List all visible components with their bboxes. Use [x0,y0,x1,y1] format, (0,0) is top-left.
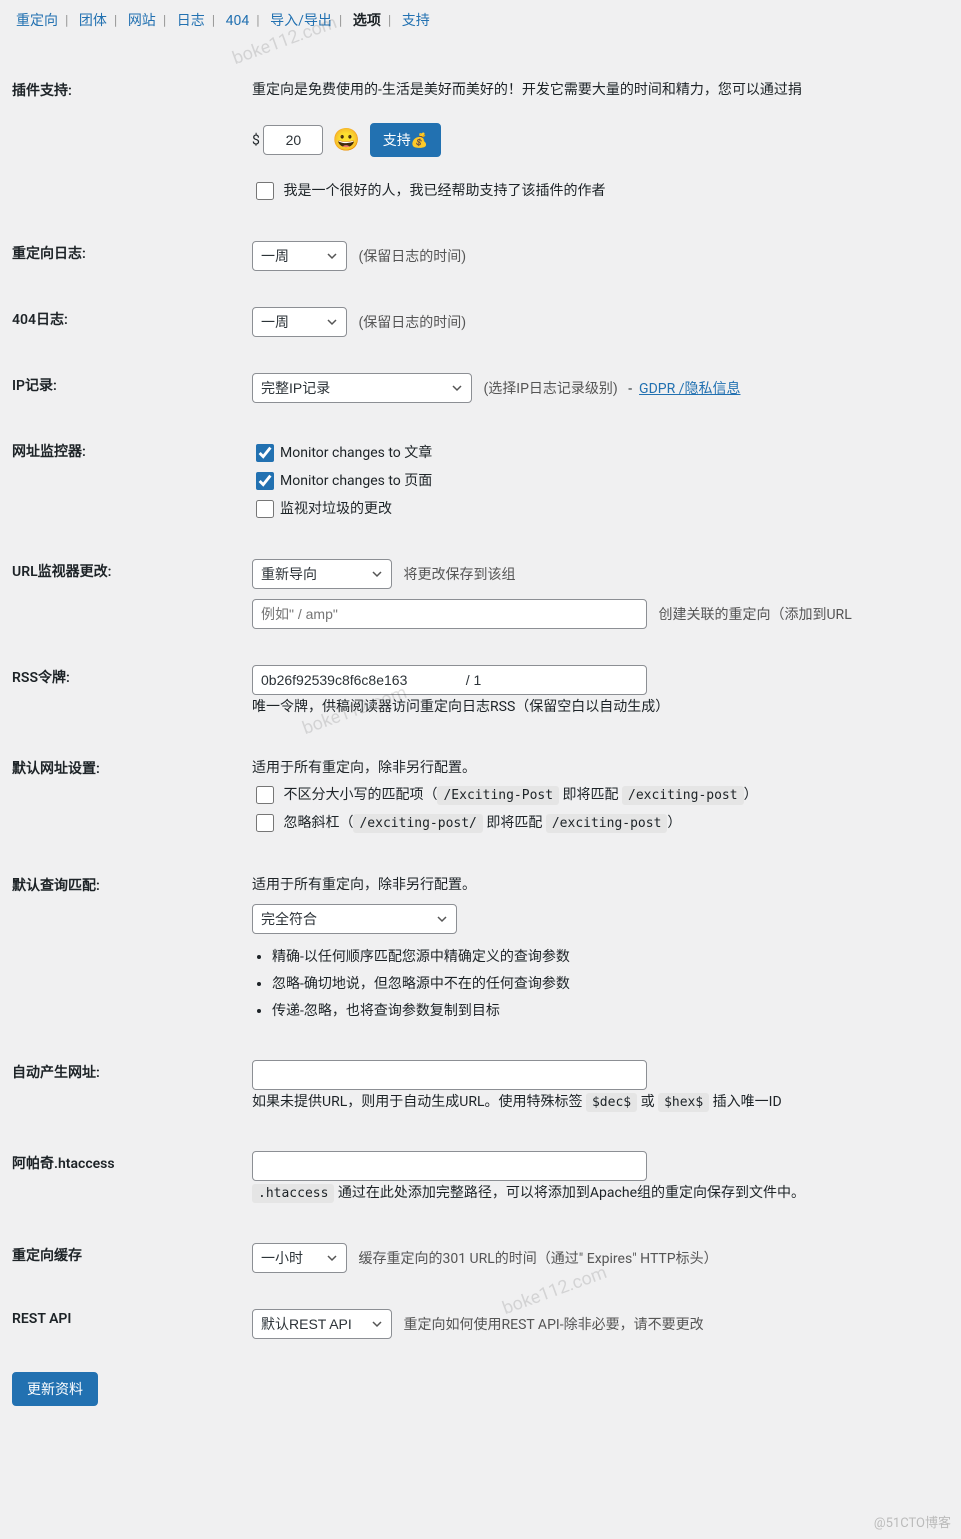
rest-api-select[interactable]: 默认REST API [252,1309,392,1339]
redirect-log-help: (保留日志的时间) [358,249,466,265]
default-query-select[interactable]: 完全符合 [252,904,457,934]
auto-url-help: 如果未提供URL，则用于自动生成URL。使用特殊标签 $dec$ 或 $hex$… [252,1090,951,1115]
code-exciting-post-lower: /exciting-post [622,786,744,805]
footer-attribution: @51CTO博客 [874,1512,951,1531]
code-exciting-post-upper: /Exciting-Post [437,786,559,805]
query-bullet-pass: 传递-忽略，也将查询参数复制到目标 [272,998,951,1025]
tab-logs[interactable]: 日志 [173,13,209,29]
404-log-select[interactable]: 一周 [252,307,347,337]
redirect-log-label: 重定向日志: [12,223,252,289]
ip-log-label: IP记录: [12,355,252,421]
default-query-desc: 适用于所有重定向，除非另行配置。 [252,873,951,898]
tab-groups[interactable]: 团体 [75,13,111,29]
cache-help: 缓存重定向的301 URL的时间（通过" Expires" HTTP标头） [358,1251,717,1267]
url-monitor-group-help: 将更改保存到该组 [403,567,515,583]
monitor-pages-label: Monitor changes to 页面 [280,467,432,495]
rss-token-help: 唯一令牌，供稿阅读器访问重定向日志RSS（保留空白以自动生成） [252,695,951,720]
cache-label: 重定向缓存 [12,1225,252,1291]
auto-url-label: 自动产生网址: [12,1042,252,1133]
tab-404[interactable]: 404 [222,13,254,29]
ip-log-sep: - [628,381,632,397]
default-url-label: 默认网址设置: [12,738,252,855]
happy-face-icon: 😀 [333,128,360,153]
monitor-trash-label: 监视对垃圾的更改 [280,495,392,523]
plugin-support-label: 插件支持: [12,60,252,223]
update-button[interactable]: 更新资料 [12,1372,98,1406]
url-monitor-label: 网址监控器: [12,421,252,541]
cache-select[interactable]: 一小时 [252,1243,347,1273]
plugin-support-cell: 重定向是免费使用的-生活是美好而美好的！开发它需要大量的时间和精力，您可以通过捐… [252,60,961,223]
redirect-log-select[interactable]: 一周 [252,241,347,271]
url-monitor-associated-input[interactable] [252,599,647,629]
ignore-slash-checkbox[interactable] [256,814,274,832]
rest-api-label: REST API [12,1291,252,1357]
nice-person-checkbox[interactable] [256,182,274,200]
default-query-bullets: 精确-以任何顺序匹配您源中精确定义的查询参数 忽略-确切地说，但忽略源中不在的任… [272,944,951,1024]
default-query-label: 默认查询匹配: [12,855,252,1042]
currency-symbol: $ [252,133,260,149]
auto-url-input[interactable] [252,1060,647,1090]
htaccess-label: 阿帕奇.htaccess [12,1133,252,1224]
tab-support[interactable]: 支持 [398,13,434,29]
support-button[interactable]: 支持💰 [370,123,441,157]
rss-token-input[interactable] [252,665,647,695]
query-bullet-ignore: 忽略-确切地说，但忽略源中不在的任何查询参数 [272,971,951,998]
monitor-pages-checkbox[interactable] [256,472,274,490]
case-insensitive-checkbox[interactable] [256,786,274,804]
code-slash-1: /exciting-post/ [353,814,482,833]
monitor-trash-checkbox[interactable] [256,500,274,518]
plugin-support-desc: 重定向是免费使用的-生活是美好而美好的！开发它需要大量的时间和精力，您可以通过捐 [252,82,802,98]
rest-api-help: 重定向如何使用REST API-除非必要，请不要更改 [403,1317,703,1333]
nice-person-label: 我是一个很好的人，我已经帮助支持了该插件的作者 [283,177,605,205]
htaccess-input[interactable] [252,1151,647,1181]
nav-tabs: 重定向| 团体| 网站| 日志| 404| 导入/导出| 选项| 支持 [12,10,961,30]
tab-site[interactable]: 网站 [124,13,160,29]
code-hex: $hex$ [658,1093,709,1112]
donation-amount-input[interactable] [263,125,323,155]
tab-redirect[interactable]: 重定向 [12,13,62,29]
404-log-label: 404日志: [12,289,252,355]
query-bullet-exact: 精确-以任何顺序匹配您源中精确定义的查询参数 [272,944,951,971]
ip-log-help: (选择IP日志记录级别) [483,381,617,397]
default-url-desc: 适用于所有重定向，除非另行配置。 [252,756,951,781]
ignore-slash-label: 忽略斜杠（/exciting-post/ 即将匹配 /exciting-post… [283,809,681,837]
case-insensitive-label: 不区分大小写的匹配项（/Exciting-Post 即将匹配 /exciting… [283,781,757,809]
code-slash-2: /exciting-post [546,814,668,833]
404-log-help: (保留日志的时间) [358,315,466,331]
tab-options[interactable]: 选项 [349,13,385,29]
url-monitor-associated-help: 创建关联的重定向（添加到URL [658,607,851,623]
code-dec: $dec$ [586,1093,637,1112]
monitor-posts-label: Monitor changes to 文章 [280,439,432,467]
tab-import-export[interactable]: 导入/导出 [266,13,336,29]
url-monitor-change-label: URL监视器更改: [12,541,252,647]
gdpr-link[interactable]: GDPR /隐私信息 [639,381,740,397]
ip-log-select[interactable]: 完整IP记录 [252,373,472,403]
url-monitor-group-select[interactable]: 重新导向 [252,559,392,589]
monitor-posts-checkbox[interactable] [256,444,274,462]
rss-token-label: RSS令牌: [12,647,252,738]
htaccess-help: .htaccess 通过在此处添加完整路径，可以将添加到Apache组的重定向保… [252,1181,951,1206]
code-htaccess: .htaccess [252,1184,334,1203]
